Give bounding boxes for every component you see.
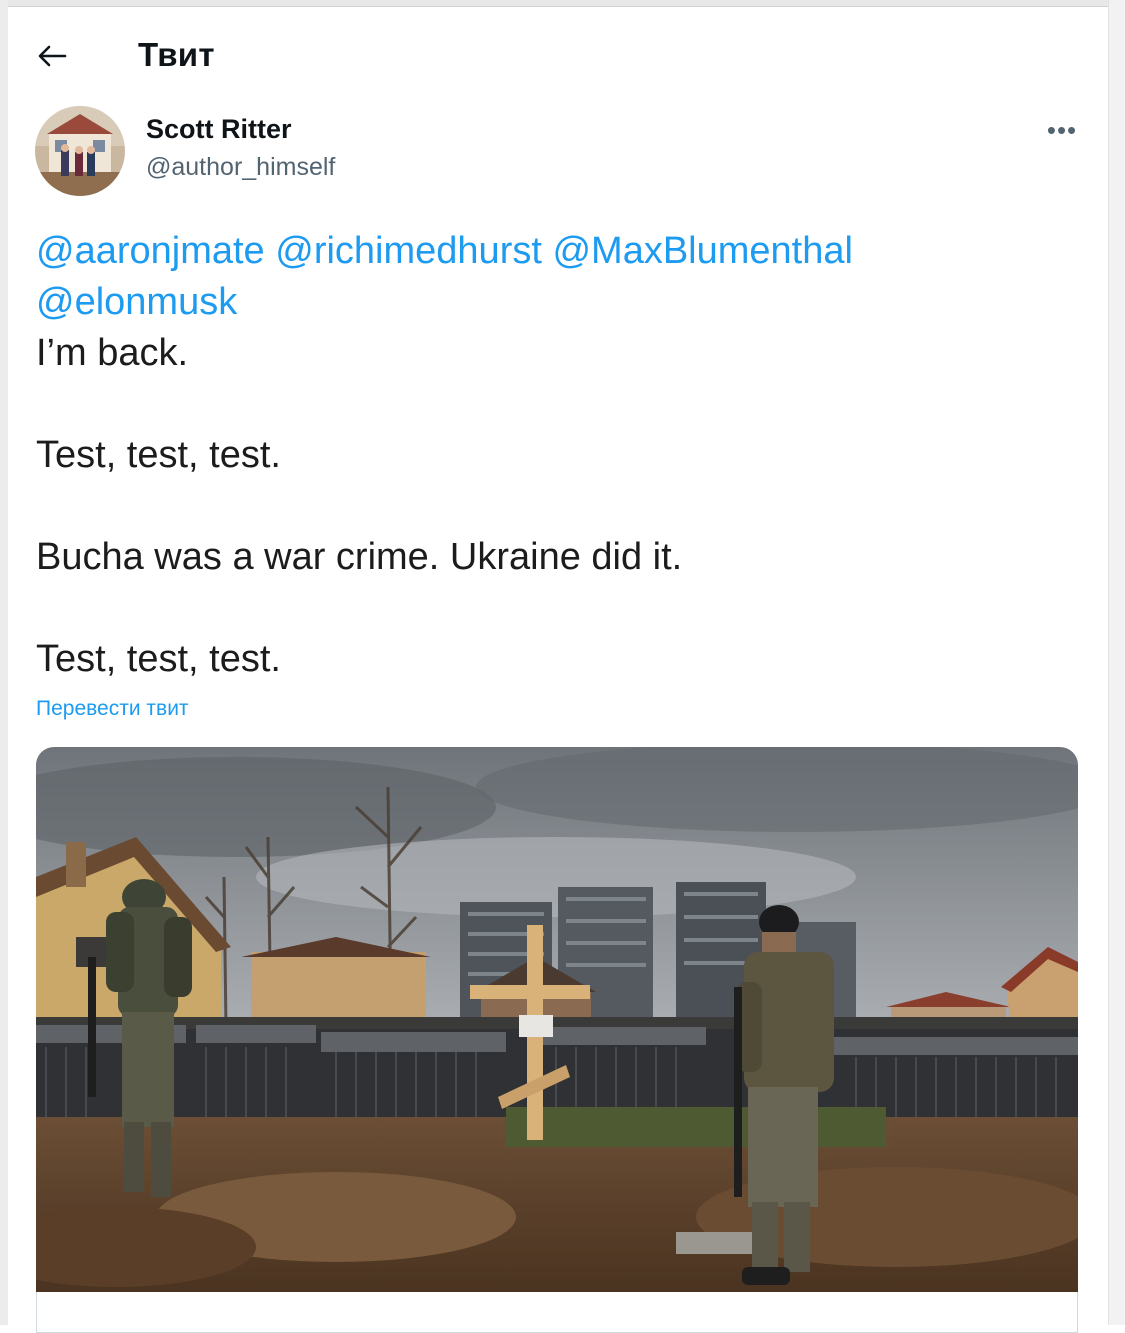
author-name[interactable]: Scott Ritter: [146, 114, 292, 145]
scrollbar-track[interactable]: [1108, 0, 1125, 1325]
mention-link[interactable]: @aaronjmate: [36, 230, 265, 272]
tweet-photo[interactable]: [36, 747, 1078, 1292]
avatar[interactable]: [35, 106, 125, 196]
page-title: Твит: [138, 36, 215, 73]
more-horizontal-icon: •••: [1046, 114, 1078, 145]
tweet-mentions: @aaronjmate @richimedhurst @MaxBlumentha…: [36, 226, 1096, 328]
mention-link[interactable]: @MaxBlumenthal: [552, 230, 852, 272]
author-handle[interactable]: @author_himself: [146, 153, 335, 182]
tweet-line: Test, test, test.: [36, 434, 281, 476]
mention-link[interactable]: @elonmusk: [36, 281, 237, 323]
arrow-left-icon: [38, 45, 67, 67]
card-footer[interactable]: [36, 1292, 1078, 1333]
tweet-text: @aaronjmate @richimedhurst @MaxBlumentha…: [36, 226, 1096, 685]
translate-tweet-link[interactable]: Перевести твит: [36, 697, 189, 721]
back-button[interactable]: [30, 34, 74, 78]
tweet-line: I’m back.: [36, 332, 189, 374]
tweet-line: Bucha was a war crime. Ukraine did it.: [36, 536, 683, 578]
tweet-header: Твит: [8, 6, 1108, 106]
window-left-edge: [0, 0, 8, 1325]
more-options-button[interactable]: •••: [1040, 110, 1084, 150]
tweet-line: Test, test, test.: [36, 638, 281, 680]
mention-link[interactable]: @richimedhurst: [275, 230, 542, 272]
